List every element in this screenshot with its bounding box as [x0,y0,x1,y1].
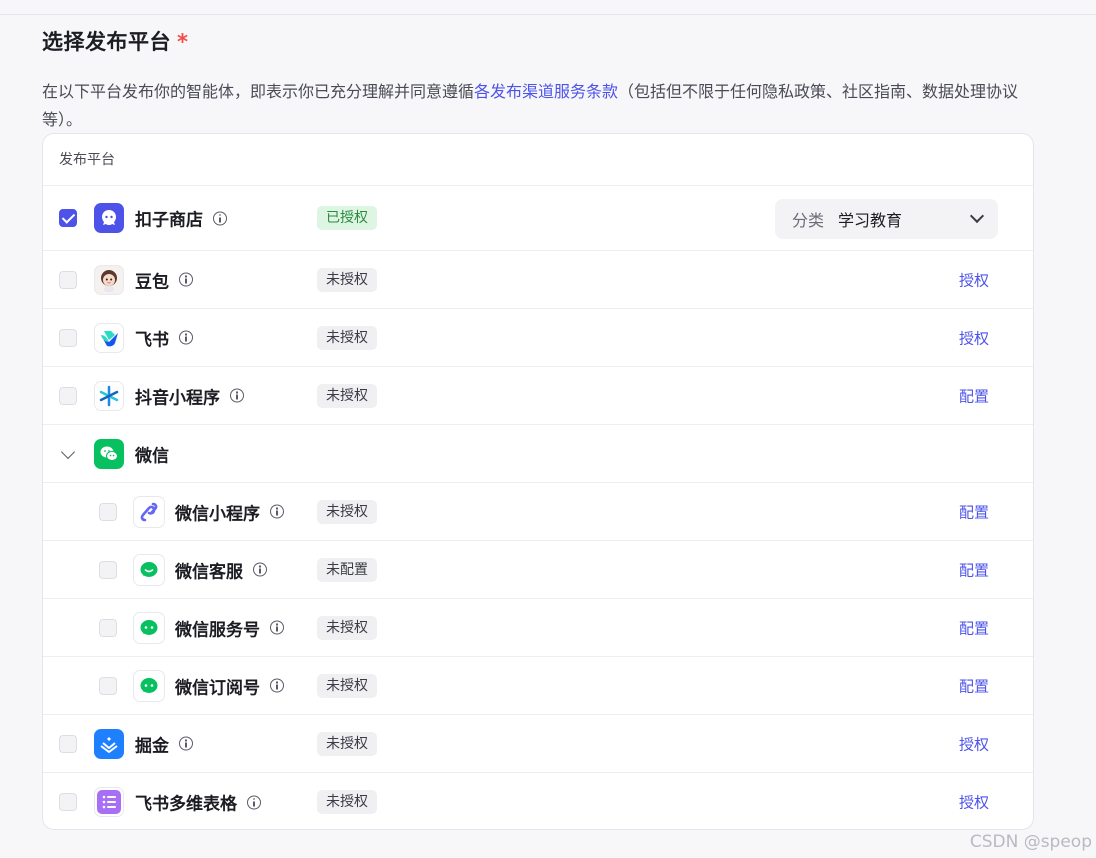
info-icon[interactable] [270,620,284,635]
platform-table: 发布平台 扣子商店 已授权 分类 学习教育 豆包 未授权 授权 飞书 未授权 授… [42,133,1034,830]
platform-row-juejin: 掘金 未授权 授权 [43,715,1033,773]
info-icon[interactable] [179,272,193,287]
status-badge: 未授权 [317,383,377,408]
doubao-icon [94,264,124,295]
checkbox-wechat-subscription[interactable] [99,676,117,695]
checkbox-wechat-service-account[interactable] [99,618,117,637]
checkbox-coze-store[interactable] [59,209,77,227]
configure-button[interactable]: 配置 [959,559,989,580]
authorize-button[interactable]: 授权 [959,327,989,348]
checkbox-wechat-miniapp[interactable] [99,502,117,521]
configure-button[interactable]: 配置 [959,617,989,638]
platform-row-wechat-miniapp: 微信小程序 未授权 配置 [43,483,1033,541]
status-badge: 已授权 [317,206,377,230]
platform-name: 抖音小程序 [135,383,244,408]
wechat-service-icon [133,553,165,586]
section-description: 在以下平台发布你的智能体，即表示你已充分理解并同意遵循各发布渠道服务条款（包括但… [42,82,1019,129]
chevron-down-icon[interactable] [60,444,76,459]
platform-group-wechat[interactable]: 微信 [43,425,1033,483]
platform-name: 飞书多维表格 [135,790,261,815]
status-badge: 未授权 [317,731,377,756]
platform-name: 豆包 [135,267,193,292]
platform-row-wechat-subscription: 微信订阅号 未授权 配置 [43,657,1033,715]
checkbox-feishu-bitable[interactable] [59,793,77,811]
checkbox-juejin[interactable] [59,734,77,753]
watermark: CSDN @speop [969,832,1092,852]
terms-link[interactable]: 各发布渠道服务条款 [474,82,618,101]
info-icon[interactable] [179,330,193,345]
configure-button[interactable]: 配置 [959,675,989,696]
top-divider [0,14,1096,15]
required-mark: * [177,30,189,54]
checkbox-feishu[interactable] [59,328,77,347]
platform-name: 微信 [135,446,169,466]
platform-name: 微信服务号 [175,615,284,640]
feishu-icon [94,322,124,353]
status-badge: 未配置 [317,557,377,582]
status-badge: 未授权 [317,615,377,640]
info-icon[interactable] [270,504,284,519]
status-badge: 未授权 [317,673,377,698]
info-icon[interactable] [230,388,244,403]
info-icon[interactable] [253,562,267,577]
category-select[interactable]: 分类 学习教育 [775,199,998,239]
platform-row-feishu: 飞书 未授权 授权 [43,309,1033,367]
authorize-button[interactable]: 授权 [959,792,989,813]
platform-row-wechat-service-account: 微信服务号 未授权 配置 [43,599,1033,657]
table-header: 发布平台 [43,134,1033,186]
checkbox-douyin-miniapp[interactable] [59,386,77,405]
configure-button[interactable]: 配置 [959,385,989,406]
authorize-button[interactable]: 授权 [959,269,989,290]
wechat-miniapp-icon [133,495,165,528]
platform-name: 掘金 [135,731,193,756]
platform-row-coze-store: 扣子商店 已授权 分类 学习教育 [43,186,1033,251]
platform-row-doubao: 豆包 未授权 授权 [43,251,1033,309]
info-icon[interactable] [213,211,227,225]
status-badge: 未授权 [317,790,377,814]
authorize-button[interactable]: 授权 [959,733,989,754]
chevron-down-icon [969,208,985,224]
status-badge: 未授权 [317,499,377,524]
platform-row-wechat-service: 微信客服 未配置 配置 [43,541,1033,599]
configure-button[interactable]: 配置 [959,501,989,522]
wechat-icon [94,438,124,469]
checkbox-wechat-service[interactable] [99,560,117,579]
info-icon[interactable] [247,795,261,809]
wechat-subscription-icon [133,669,165,702]
juejin-icon [94,728,124,759]
platform-name: 微信订阅号 [175,673,284,698]
status-badge: 未授权 [317,267,377,292]
platform-row-feishu-bitable: 飞书多维表格 未授权 授权 [43,773,1033,829]
coze-store-icon [94,203,124,233]
feishu-bitable-icon [94,787,124,817]
douyin-miniapp-icon [94,380,124,411]
platform-name: 飞书 [135,325,193,350]
info-icon[interactable] [179,736,193,751]
platform-name: 微信客服 [175,557,267,582]
section-title: 选择发布平台 * [42,30,189,54]
platform-name: 微信小程序 [175,499,284,524]
wechat-service-account-icon [133,611,165,644]
checkbox-doubao[interactable] [59,270,77,289]
platform-row-douyin-miniapp: 抖音小程序 未授权 配置 [43,367,1033,425]
platform-name: 扣子商店 [135,206,227,231]
info-icon[interactable] [270,678,284,693]
status-badge: 未授权 [317,325,377,350]
